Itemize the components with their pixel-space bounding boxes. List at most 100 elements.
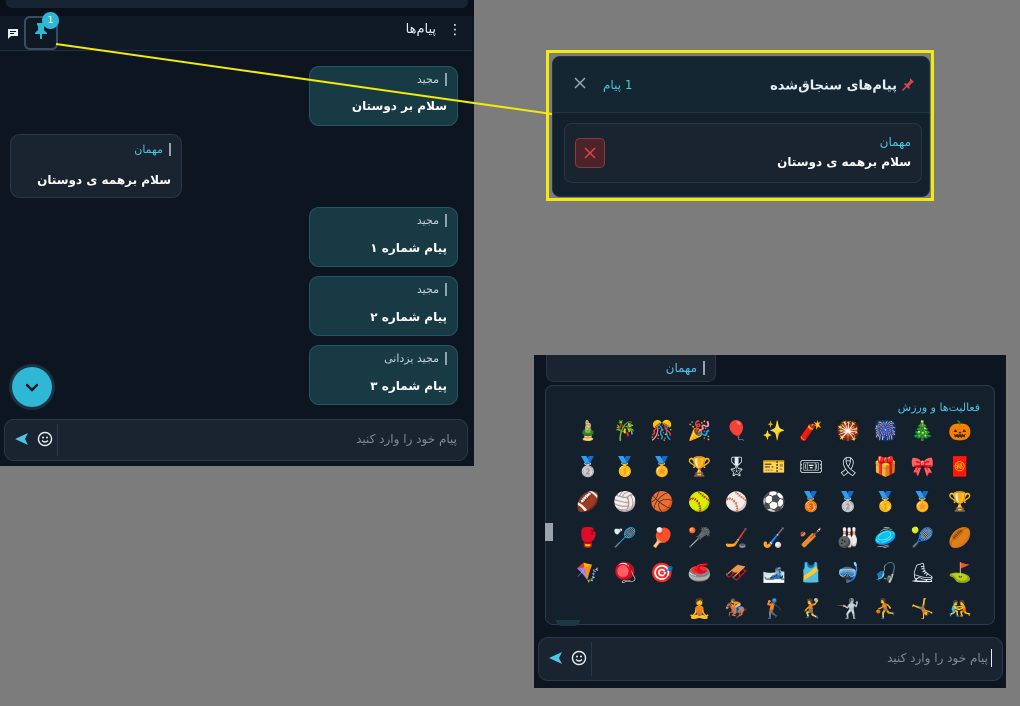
emoji-button[interactable]: 🎈 xyxy=(722,416,752,446)
scrollbar[interactable] xyxy=(545,523,553,541)
emoji-button[interactable]: 🎳 xyxy=(833,523,863,553)
emoji-button[interactable]: 🎋 xyxy=(610,416,640,446)
kebab-menu-icon[interactable]: ⋮ xyxy=(448,22,462,38)
close-icon[interactable] xyxy=(573,75,587,94)
smiley-icon[interactable] xyxy=(37,431,53,451)
message-bubble[interactable]: مهمان سلام برهمه ی دوستان xyxy=(10,134,182,198)
emoji-button[interactable]: 🥇 xyxy=(610,452,640,482)
pinned-text: سلام برهمه ی دوستان xyxy=(777,155,911,169)
emoji-button[interactable]: ✨ xyxy=(759,416,789,446)
divider xyxy=(591,642,592,676)
emoji-button[interactable]: 🏇 xyxy=(722,594,752,624)
emoji-button[interactable]: 🤼 xyxy=(945,594,975,624)
emoji-button[interactable]: 🎯 xyxy=(647,558,677,588)
emoji-button[interactable]: 🪁 xyxy=(573,558,603,588)
top-strip xyxy=(0,0,474,16)
emoji-button[interactable]: 🤺 xyxy=(833,594,863,624)
message-text: پیام شماره ۲ xyxy=(370,310,447,324)
message-input[interactable]: پیام خود را وارد کنید xyxy=(538,637,1003,681)
message-sender: مجید xyxy=(417,283,447,296)
emoji-button[interactable]: ⚽ xyxy=(759,487,789,517)
emoji-button[interactable]: 🥌 xyxy=(684,558,714,588)
emoji-button[interactable]: 🎆 xyxy=(870,416,900,446)
emoji-button[interactable]: ⚾ xyxy=(722,487,752,517)
emoji-button[interactable]: 🎍 xyxy=(573,416,603,446)
emoji-button[interactable]: ⛸ xyxy=(908,558,938,588)
emoji-button[interactable]: ⛹ xyxy=(870,594,900,624)
send-icon[interactable] xyxy=(13,431,29,451)
emoji-button[interactable]: 🎫 xyxy=(759,452,789,482)
emoji-button[interactable]: 🏅 xyxy=(647,452,677,482)
message-text: سلام بر دوستان xyxy=(351,99,447,113)
message-bubble[interactable]: مجید سلام بر دوستان xyxy=(309,66,458,126)
scroll-button-peek xyxy=(556,620,580,626)
emoji-button[interactable]: 🤸 xyxy=(908,594,938,624)
emoji-button[interactable]: 🏓 xyxy=(647,523,677,553)
send-icon[interactable] xyxy=(547,650,563,670)
emoji-button[interactable]: 🏸 xyxy=(610,523,640,553)
emoji-button[interactable]: 🛷 xyxy=(722,558,752,588)
pinned-title: پیام‌های سنجاق‌شده xyxy=(770,77,915,95)
pushpin-icon xyxy=(901,77,915,95)
emoji-button[interactable]: 🤿 xyxy=(833,558,863,588)
emoji-button[interactable]: 🎽 xyxy=(796,558,826,588)
message-text: پیام شماره ۳ xyxy=(370,379,447,393)
smiley-icon[interactable] xyxy=(571,650,587,670)
emoji-button[interactable]: 🏐 xyxy=(610,487,640,517)
emoji-button[interactable]: 🏅 xyxy=(908,487,938,517)
emoji-button[interactable]: 🏆 xyxy=(684,452,714,482)
emoji-button[interactable]: 🤾 xyxy=(796,594,826,624)
chevron-down-icon xyxy=(25,378,39,397)
emoji-button[interactable]: 🎾 xyxy=(908,523,938,553)
emoji-button[interactable]: 🥍 xyxy=(684,523,714,553)
message-input[interactable]: پیام خود را وارد کنید xyxy=(4,419,468,461)
emoji-button[interactable]: 🎀 xyxy=(908,452,938,482)
emoji-button[interactable]: 🪀 xyxy=(610,558,640,588)
emoji-button[interactable]: 🧧 xyxy=(945,452,975,482)
message-bubble[interactable]: مهمان xyxy=(546,355,716,382)
emoji-button[interactable]: 🎇 xyxy=(833,416,863,446)
emoji-button[interactable]: 🎗 xyxy=(833,452,863,482)
emoji-button[interactable]: 🎣 xyxy=(870,558,900,588)
emoji-button[interactable]: 🏌 xyxy=(759,594,789,624)
pinned-message-item[interactable]: مهمان سلام برهمه ی دوستان xyxy=(564,123,922,183)
emoji-picker: فعالیت‌ها و ورزش 🎃 🎄 🎆 🎇 🧨 ✨ 🎈 🎉 🎊 🎋 🎍 🧧 🎀 🎁 🎗 🎟 🎫 🎖 🏆 🏅 🥇 🥈 🏆… xyxy=(545,385,995,625)
emoji-button[interactable]: 🧘 xyxy=(684,594,714,624)
message-sender: مهمان xyxy=(666,361,705,375)
emoji-button[interactable]: 🥎 xyxy=(684,487,714,517)
emoji-button[interactable]: 🥈 xyxy=(573,452,603,482)
emoji-row: 🎃 🎄 🎆 🎇 🧨 ✨ 🎈 🎉 🎊 🎋 🎍 xyxy=(576,416,988,446)
message-bubble[interactable]: مجید یزدانی پیام شماره ۳ xyxy=(309,345,458,405)
emoji-button[interactable]: 🏒 xyxy=(722,523,752,553)
emoji-button[interactable]: 🥉 xyxy=(796,487,826,517)
emoji-button[interactable]: 🏉 xyxy=(945,523,975,553)
emoji-button[interactable]: 🥊 xyxy=(573,523,603,553)
pinned-count: 1 پیام xyxy=(603,78,633,92)
emoji-button[interactable]: 🎁 xyxy=(870,452,900,482)
emoji-button[interactable]: 🏈 xyxy=(573,487,603,517)
emoji-button[interactable]: 🏏 xyxy=(796,523,826,553)
emoji-button[interactable]: 🎊 xyxy=(647,416,677,446)
message-bubble[interactable]: مجید پیام شماره ۱ xyxy=(309,207,458,267)
emoji-button[interactable]: 🎟 xyxy=(796,452,826,482)
emoji-button[interactable]: 🎃 xyxy=(945,416,975,446)
emoji-button[interactable]: 🎿 xyxy=(759,558,789,588)
emoji-button[interactable]: 🏀 xyxy=(647,487,677,517)
emoji-button[interactable]: 🎖 xyxy=(722,452,752,482)
emoji-button[interactable]: 🎄 xyxy=(908,416,938,446)
emoji-button[interactable]: 🥈 xyxy=(833,487,863,517)
chat-bubble-icon[interactable] xyxy=(7,25,19,44)
scroll-to-bottom-button[interactable] xyxy=(12,367,52,407)
emoji-row: ⛳ ⛸ 🎣 🤿 🎽 🎿 🛷 🥌 🎯 🪀 🪁 xyxy=(576,558,988,588)
emoji-category-label: فعالیت‌ها و ورزش xyxy=(897,401,980,414)
emoji-button[interactable]: 🎉 xyxy=(684,416,714,446)
emoji-button[interactable]: 🥏 xyxy=(870,523,900,553)
emoji-button[interactable]: 🧨 xyxy=(796,416,826,446)
message-text: پیام شماره ۱ xyxy=(370,241,447,255)
message-bubble[interactable]: مجید پیام شماره ۲ xyxy=(309,276,458,336)
emoji-button[interactable]: 🏑 xyxy=(759,523,789,553)
emoji-button[interactable]: 🥇 xyxy=(870,487,900,517)
unpin-button[interactable] xyxy=(575,138,605,168)
emoji-button[interactable]: ⛳ xyxy=(945,558,975,588)
emoji-button[interactable]: 🏆 xyxy=(945,487,975,517)
